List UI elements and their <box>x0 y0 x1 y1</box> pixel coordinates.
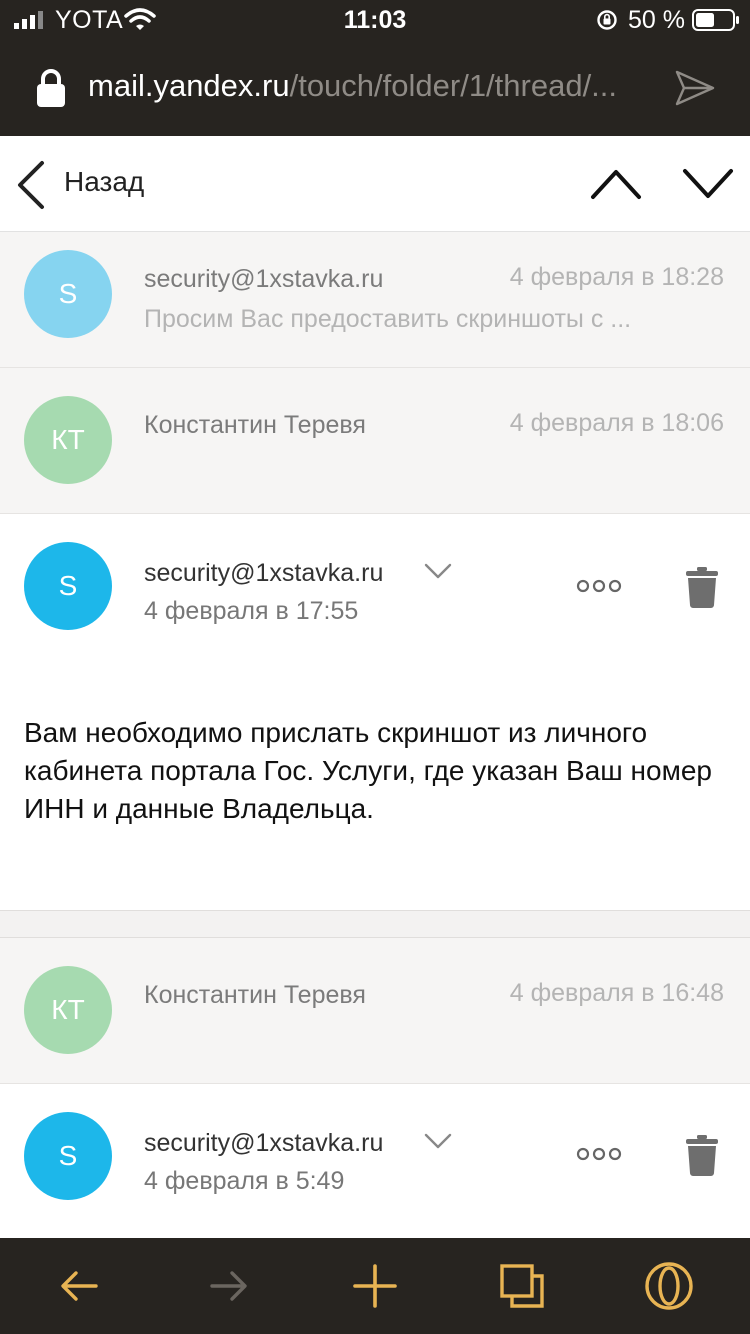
sender-name[interactable]: security@1xstavka.ru <box>144 1129 383 1158</box>
lock-icon <box>37 69 65 107</box>
battery-percent: 50 % <box>628 6 685 34</box>
sender-name[interactable]: security@1xstavka.ru <box>144 559 383 588</box>
message-expanded: S security@1xstavka.ru 4 февраля в 17:55… <box>0 514 750 910</box>
more-options-icon[interactable] <box>576 579 622 593</box>
tabs-icon[interactable] <box>496 1260 548 1312</box>
message-date: 4 февраля в 17:55 <box>144 597 359 625</box>
trash-icon[interactable] <box>684 566 720 608</box>
chevron-down-icon[interactable] <box>424 562 452 580</box>
plus-icon[interactable] <box>349 1260 401 1312</box>
rotation-lock-icon <box>597 10 617 30</box>
sender-name: Константин Теревя <box>144 411 366 439</box>
avatar: КТ <box>24 396 112 484</box>
sender-name: security@1xstavka.ru <box>144 265 384 293</box>
message-collapsed[interactable]: S security@1xstavka.ru 4 февраля в 18:28… <box>0 232 750 368</box>
message-snippet: Просим Вас предоставить скриншоты с ... <box>144 305 632 333</box>
message-date: 4 февраля в 16:48 <box>509 979 724 1007</box>
arrow-back-icon[interactable] <box>54 1260 106 1312</box>
avatar: КТ <box>24 966 112 1054</box>
browser-toolbar <box>0 1238 750 1334</box>
url-path: /touch/folder/1/thread/... <box>289 68 618 103</box>
back-button[interactable]: Назад <box>64 166 144 198</box>
send-icon[interactable] <box>674 68 716 108</box>
chevron-down-icon[interactable] <box>424 1132 452 1150</box>
url-host: mail.yandex.ru <box>88 68 290 103</box>
battery-icon <box>692 9 739 31</box>
sender-name: Константин Теревя <box>144 981 366 1009</box>
thread-navbar: Назад <box>0 136 750 232</box>
status-bar: YOTA 11:03 50 % <box>0 0 750 40</box>
thread-separator <box>0 910 750 938</box>
trash-icon[interactable] <box>684 1134 720 1176</box>
avatar: S <box>24 1112 112 1200</box>
chevron-up-icon[interactable] <box>590 166 642 202</box>
opera-menu-icon[interactable] <box>643 1260 695 1312</box>
message-collapsed[interactable]: КТ Константин Теревя 4 февраля в 18:06 <box>0 368 750 514</box>
arrow-forward-icon <box>210 1271 247 1301</box>
message-collapsed[interactable]: КТ Константин Теревя 4 февраля в 16:48 <box>0 938 750 1084</box>
more-options-icon[interactable] <box>576 1147 622 1161</box>
address-bar[interactable]: mail.yandex.ru/touch/folder/1/thread/... <box>0 40 750 136</box>
avatar: S <box>24 250 112 338</box>
chevron-down-icon[interactable] <box>682 166 734 202</box>
message-date: 4 февраля в 5:49 <box>144 1167 345 1195</box>
message-body: Вам необходимо прислать скриншот из личн… <box>24 717 712 824</box>
url-text[interactable]: mail.yandex.ru/touch/folder/1/thread/... <box>88 68 648 104</box>
message-date: 4 февраля в 18:06 <box>509 409 724 437</box>
message-expanded: S security@1xstavka.ru 4 февраля в 5:49 <box>0 1084 750 1238</box>
chevron-left-icon[interactable] <box>14 160 48 210</box>
message-date: 4 февраля в 18:28 <box>509 263 724 291</box>
avatar: S <box>24 542 112 630</box>
